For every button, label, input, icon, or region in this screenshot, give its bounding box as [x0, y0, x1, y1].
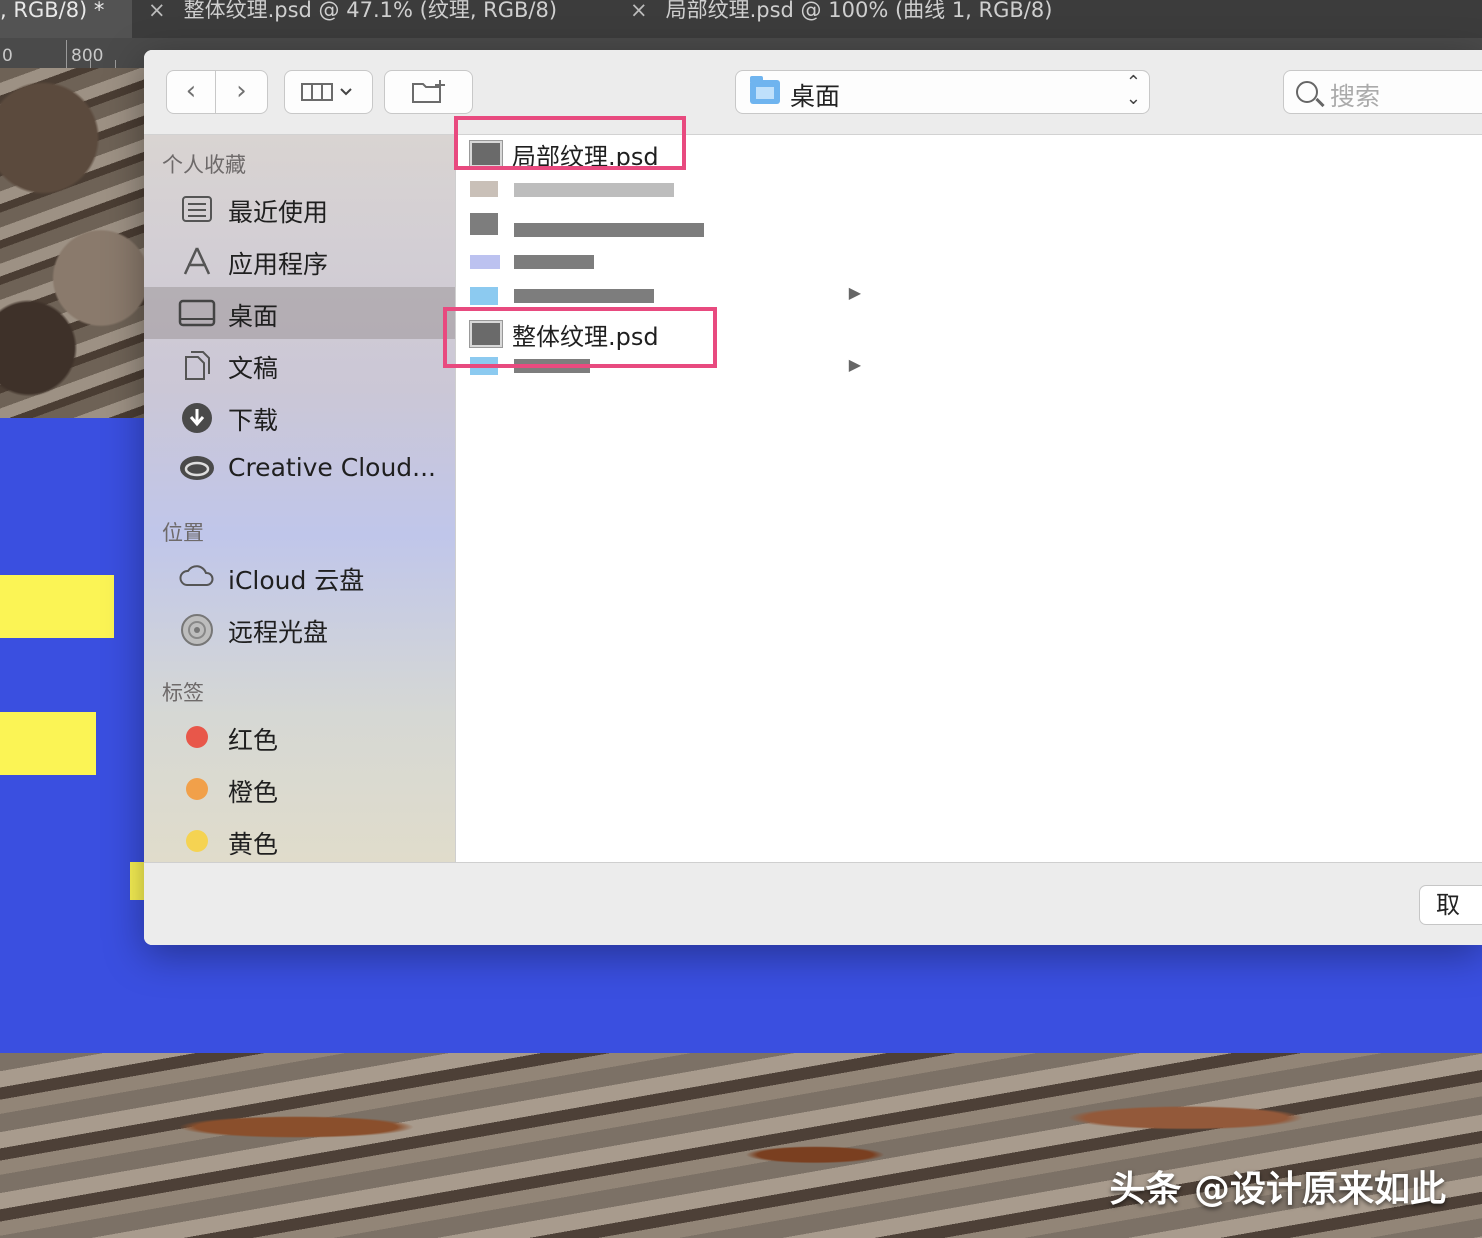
sidebar-item-label: 黄色 — [228, 830, 279, 859]
sidebar: 个人收藏 最近使用 应用程序 桌面 文稿 下载 Creative Cloud..… — [144, 135, 455, 862]
highlight-box — [443, 307, 717, 368]
redacted-text — [514, 183, 674, 197]
ruler-tick — [66, 40, 67, 68]
sidebar-tag-yellow[interactable]: 黄色 — [144, 815, 455, 867]
chevron-right-icon: › — [236, 76, 247, 106]
yellow-shape — [0, 575, 114, 638]
search-placeholder: 搜索 — [1330, 82, 1381, 111]
chevron-left-icon: ‹ — [185, 76, 197, 106]
search-field[interactable]: 搜索 — [1283, 70, 1482, 114]
sidebar-tag-orange[interactable]: 橙色 — [144, 763, 455, 815]
sidebar-item-label: 橙色 — [228, 778, 279, 807]
file-row-redacted[interactable] — [456, 207, 865, 243]
sidebar-header-tags: 标签 — [162, 681, 204, 705]
ruler-tick — [115, 60, 116, 68]
tab-label: 局部纹理.psd @ 100% (曲线 1, RGB/8) — [665, 0, 1053, 22]
sidebar-item-icloud[interactable]: iCloud 云盘 — [144, 551, 455, 603]
ruler-label-800: 800 — [71, 46, 104, 66]
view-mode-button[interactable] — [284, 70, 373, 114]
bark-texture-image — [0, 68, 144, 418]
open-file-dialog: ‹ › 桌面 ⌃ ⌄ 搜索 个人收藏 最近使用 应用程序 桌面 文稿 下载 Cr… — [144, 50, 1482, 945]
sidebar-item-documents[interactable]: 文稿 — [144, 339, 455, 391]
sidebar-item-desktop[interactable]: 桌面 — [144, 287, 455, 339]
close-icon[interactable]: × — [148, 0, 166, 21]
creative-cloud-icon — [178, 453, 216, 485]
downloads-icon — [178, 401, 216, 433]
new-folder-button[interactable] — [384, 70, 473, 114]
icloud-icon — [178, 561, 216, 593]
ruler-label-left: 0 — [2, 46, 13, 66]
documents-icon — [178, 349, 216, 381]
location-name: 桌面 — [790, 82, 841, 111]
tab-label: , RGB/8) * — [0, 0, 105, 22]
ruler-tick — [90, 60, 91, 68]
sidebar-item-label: 桌面 — [228, 302, 279, 331]
sidebar-item-label: 远程光盘 — [228, 618, 329, 647]
sidebar-item-recents[interactable]: 最近使用 — [144, 183, 455, 235]
sidebar-item-downloads[interactable]: 下载 — [144, 391, 455, 443]
location-popup[interactable]: 桌面 ⌃ ⌄ — [735, 70, 1150, 114]
sidebar-item-label: 最近使用 — [228, 198, 329, 227]
document-tab-bar: , RGB/8) * × 整体纹理.psd @ 47.1% (纹理, RGB/8)… — [0, 0, 1482, 38]
sidebar-item-applications[interactable]: 应用程序 — [144, 235, 455, 287]
recents-icon — [178, 193, 216, 225]
file-icon — [470, 255, 500, 269]
tag-dot-icon — [186, 830, 208, 852]
sidebar-header-favorites: 个人收藏 — [162, 153, 246, 177]
file-icon — [470, 213, 498, 235]
redacted-text — [514, 223, 704, 237]
document-tab-active[interactable]: , RGB/8) * — [0, 0, 132, 38]
file-row-redacted[interactable] — [456, 243, 865, 279]
folder-icon — [750, 76, 780, 104]
sidebar-item-label: 下载 — [228, 406, 279, 435]
forward-button[interactable]: › — [216, 70, 268, 114]
file-row-redacted[interactable] — [456, 173, 865, 209]
preview-column — [865, 135, 1482, 862]
file-icon — [470, 181, 498, 197]
sidebar-header-locations: 位置 — [162, 521, 204, 545]
cancel-button[interactable]: 取 — [1419, 885, 1482, 925]
sidebar-item-creative-cloud[interactable]: Creative Cloud... — [144, 443, 455, 495]
tab-label: 整体纹理.psd @ 47.1% (纹理, RGB/8) — [183, 0, 558, 22]
search-icon — [1296, 81, 1318, 103]
columns-view-icon — [300, 83, 352, 101]
desktop-icon — [178, 297, 216, 329]
redacted-text — [514, 255, 594, 269]
sidebar-tag-red[interactable]: 红色 — [144, 711, 455, 763]
dialog-footer: 取 — [144, 862, 1482, 945]
back-button[interactable]: ‹ — [166, 70, 216, 114]
sidebar-item-label: 文稿 — [228, 354, 279, 383]
document-tab-local-texture[interactable]: × 局部纹理.psd @ 100% (曲线 1, RGB/8) — [630, 0, 1052, 38]
document-tab-whole-texture[interactable]: × 整体纹理.psd @ 47.1% (纹理, RGB/8) — [148, 0, 557, 38]
new-folder-icon — [411, 80, 445, 103]
remote-disc-icon — [178, 613, 216, 646]
yellow-shape — [0, 712, 96, 775]
sidebar-item-label: iCloud 云盘 — [228, 566, 365, 595]
sidebar-item-label: 红色 — [228, 726, 279, 755]
sidebar-item-label: 应用程序 — [228, 250, 329, 279]
folder-icon — [470, 287, 498, 305]
sidebar-item-label: Creative Cloud... — [228, 453, 437, 482]
sidebar-item-remote-disc[interactable]: 远程光盘 — [144, 603, 455, 655]
tag-dot-icon — [186, 726, 208, 748]
disclosure-arrow-icon: ▶ — [848, 283, 861, 302]
updown-chevron-icon: ⌃ ⌄ — [1125, 72, 1141, 109]
highlight-box — [454, 116, 686, 170]
close-icon[interactable]: × — [630, 0, 648, 21]
redacted-text — [514, 289, 654, 303]
disclosure-arrow-icon: ▶ — [848, 355, 861, 374]
applications-icon — [178, 245, 216, 277]
dialog-toolbar: ‹ › 桌面 ⌃ ⌄ 搜索 — [144, 50, 1482, 135]
tag-dot-icon — [186, 778, 208, 800]
watermark: 头条 @设计原来如此 — [1109, 1169, 1446, 1210]
file-column: 局部纹理.psd ▶ 整体纹理.psd ▶ — [455, 135, 866, 862]
